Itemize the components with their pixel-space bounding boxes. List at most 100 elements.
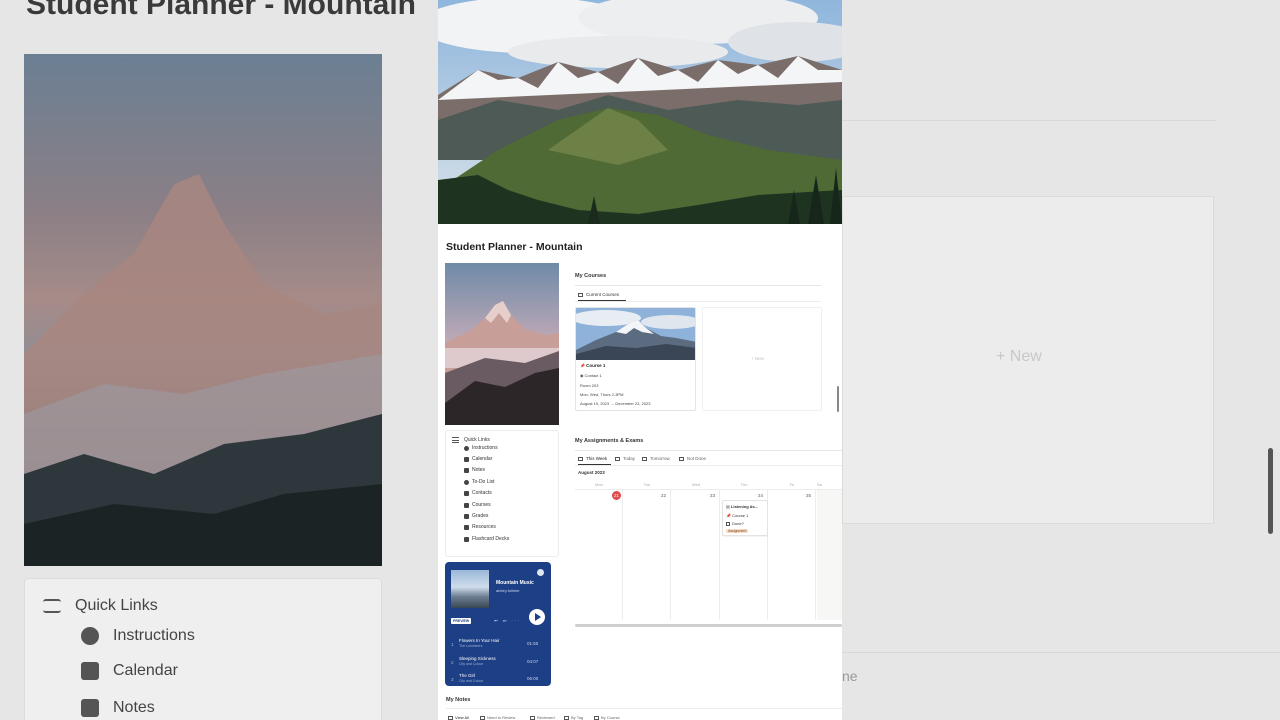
weekday-label: Tue bbox=[643, 482, 651, 487]
track-number: 1 bbox=[451, 642, 454, 647]
tab-this-week[interactable]: This Week bbox=[578, 456, 607, 461]
tab-by-course[interactable]: By Course bbox=[594, 715, 620, 720]
new-course-card[interactable]: + New bbox=[702, 307, 822, 411]
course-name-row: 📌 Course 1 bbox=[580, 363, 605, 368]
assignment-event-card[interactable]: ▤ Listening As... 📌 Course 1 Done? Assig… bbox=[722, 500, 768, 536]
new-course-button[interactable]: + New bbox=[751, 356, 764, 361]
grid-icon bbox=[464, 502, 469, 508]
menu-icon bbox=[452, 437, 459, 443]
table-view-icon bbox=[448, 715, 453, 720]
tab-label: Reviewed bbox=[537, 715, 555, 720]
table-view-icon bbox=[530, 715, 535, 720]
course-contact: Contact 1 bbox=[584, 373, 602, 378]
background-ql-title: Quick Links bbox=[75, 597, 158, 614]
track-title: The Girl bbox=[459, 673, 476, 678]
course-cover-image bbox=[576, 308, 695, 360]
tab-label: View All bbox=[455, 715, 469, 720]
cards-icon bbox=[464, 536, 469, 542]
quick-link-label: Calendar bbox=[472, 456, 493, 462]
track-duration: 01:50 bbox=[527, 641, 539, 646]
quick-link-grades[interactable]: Grades bbox=[464, 513, 488, 519]
tab-not-done[interactable]: Not Done bbox=[679, 456, 706, 461]
background-ql-item: Calendar bbox=[81, 662, 178, 680]
event-title-row: ▤ Listening As... bbox=[726, 504, 758, 509]
background-ql-label: Notes bbox=[113, 699, 155, 716]
pin-icon: 📌 bbox=[580, 363, 585, 368]
tab-need-to-review[interactable]: Need to Review bbox=[480, 715, 515, 720]
course-schedule: Mon, Wed, Thurs 2-3PM bbox=[580, 392, 624, 397]
background-divider bbox=[842, 120, 1216, 121]
course-dates: August 19, 2023 → December 23, 2023 bbox=[580, 401, 651, 406]
background-ql-item: Notes bbox=[81, 699, 155, 717]
quick-links-header: Quick Links bbox=[452, 437, 490, 443]
active-tab-underline bbox=[578, 464, 611, 465]
quick-link-todo[interactable]: To-Do List bbox=[464, 479, 495, 485]
pin-icon: 📌 bbox=[726, 513, 731, 518]
tab-label: Today bbox=[623, 456, 636, 461]
track-item[interactable]: 1 Flowers In Your Hair The Lumineers 01:… bbox=[445, 637, 551, 654]
playlist-title: Mountain Music bbox=[496, 580, 534, 586]
course-card[interactable]: 📌 Course 1 ◉ Contact 1 Room 203 Mon, Wed… bbox=[575, 307, 696, 411]
done-label: Done? bbox=[732, 521, 744, 526]
tab-view-all[interactable]: View All bbox=[448, 715, 469, 720]
tab-today[interactable]: Today bbox=[615, 456, 635, 461]
quick-link-label: Flashcard Decks bbox=[472, 536, 510, 542]
notes-icon bbox=[464, 467, 469, 473]
tab-label: By Course bbox=[601, 715, 620, 720]
folder-icon bbox=[464, 524, 469, 530]
track-duration: 06:00 bbox=[527, 676, 539, 681]
track-title: Sleeping Sickness bbox=[459, 656, 496, 661]
menu-icon bbox=[43, 599, 61, 613]
course-name: Course 1 bbox=[586, 363, 606, 368]
quick-link-instructions[interactable]: Instructions bbox=[464, 445, 498, 451]
day-number: 22 bbox=[660, 493, 666, 498]
table-view-icon bbox=[679, 456, 684, 461]
tab-current-courses[interactable]: Current Courses bbox=[578, 292, 619, 297]
track-number: 3 bbox=[451, 677, 454, 682]
tab-tomorrow[interactable]: Tomorrow bbox=[642, 456, 670, 461]
quick-link-label: Contacts bbox=[472, 490, 492, 496]
quick-link-resources[interactable]: Resources bbox=[464, 524, 496, 530]
tab-label: By Tag bbox=[571, 715, 584, 720]
background-ql-label: Instructions bbox=[113, 627, 195, 644]
calendar-day[interactable] bbox=[817, 490, 842, 620]
calendar-view-icon bbox=[615, 456, 620, 461]
cover-image bbox=[438, 0, 842, 224]
calendar-day[interactable]: 22 bbox=[623, 490, 671, 620]
calendar-day[interactable]: 25 bbox=[768, 490, 816, 620]
track-artist: City and Colour bbox=[459, 662, 484, 666]
quick-link-label: Resources bbox=[472, 524, 496, 530]
contacts-icon bbox=[464, 490, 469, 496]
play-button[interactable] bbox=[529, 609, 545, 625]
weekday-label: Fri bbox=[789, 482, 795, 487]
track-item[interactable]: 2 Sleeping Sickness City and Colour 04:0… bbox=[445, 655, 551, 672]
playback-controls[interactable]: ⏮ ⏭ ··· bbox=[494, 618, 521, 623]
quick-link-notes[interactable]: Notes bbox=[464, 467, 485, 473]
quick-link-courses[interactable]: Courses bbox=[464, 502, 491, 508]
done-checkbox[interactable] bbox=[726, 521, 730, 526]
music-player[interactable]: Mountain Music abbey.fullmer PREVIEW ⏮ ⏭… bbox=[445, 562, 551, 686]
background-scrollbar bbox=[1268, 448, 1273, 534]
calendar-day[interactable]: 23 bbox=[672, 490, 720, 620]
divider bbox=[575, 465, 842, 466]
quick-link-contacts[interactable]: Contacts bbox=[464, 490, 492, 496]
scrollbar[interactable] bbox=[837, 386, 839, 412]
event-done-row[interactable]: Done? bbox=[726, 521, 744, 526]
weekday-label: Mon bbox=[595, 482, 603, 487]
page-icon: ▤ bbox=[726, 504, 730, 509]
background-title: Student Planner - Mountain bbox=[26, 0, 416, 21]
tab-reviewed[interactable]: Reviewed bbox=[530, 715, 555, 720]
album-art bbox=[451, 570, 489, 608]
tab-by-tag[interactable]: By Tag bbox=[564, 715, 583, 720]
planner-page: Student Planner - Mountain Quick Links I… bbox=[438, 0, 842, 720]
playlist-author: abbey.fullmer bbox=[496, 588, 520, 593]
track-item[interactable]: 3 The Girl City and Colour 06:00 bbox=[445, 672, 551, 686]
event-course-row: 📌 Course 1 bbox=[726, 513, 748, 518]
calendar-view-icon bbox=[642, 456, 647, 461]
quick-link-calendar[interactable]: Calendar bbox=[464, 456, 492, 462]
contact-icon: ◉ bbox=[580, 373, 584, 378]
calendar-day[interactable]: 21 bbox=[575, 490, 623, 620]
horizontal-scrollbar[interactable] bbox=[575, 624, 842, 627]
tab-label: Need to Review bbox=[487, 715, 516, 720]
quick-link-flashcards[interactable]: Flashcard Decks bbox=[464, 536, 509, 542]
